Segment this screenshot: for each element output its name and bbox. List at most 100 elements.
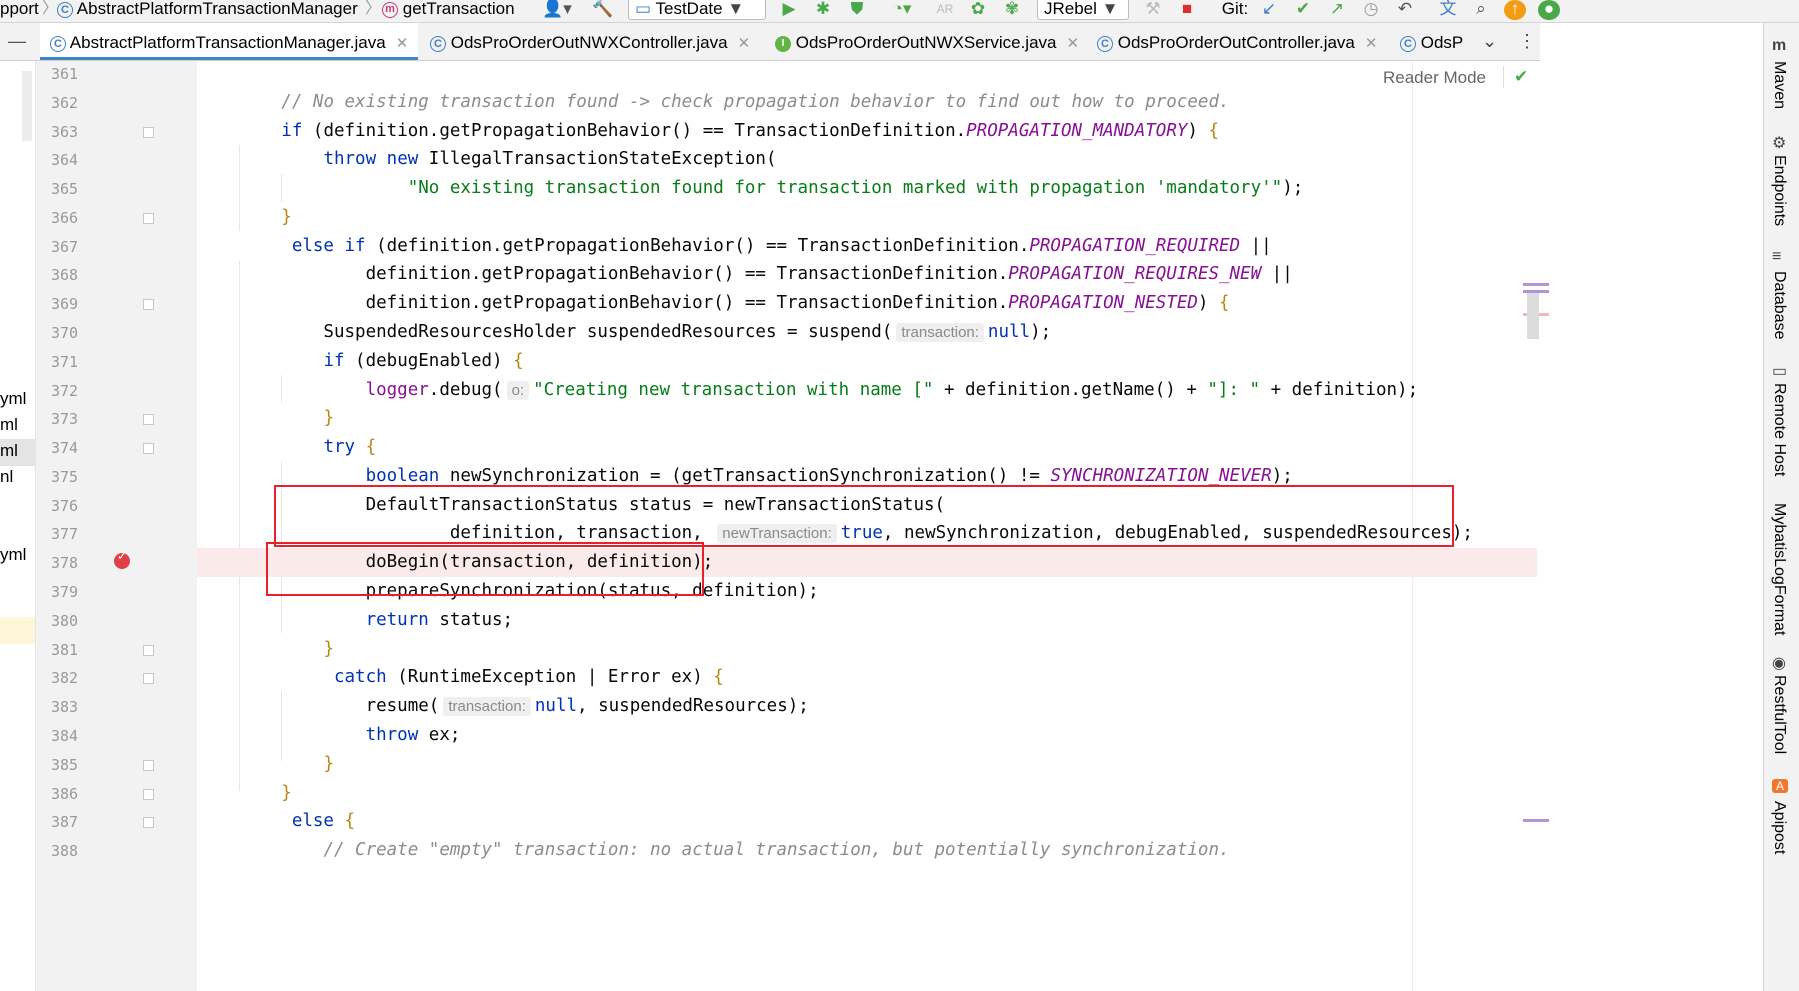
- code-line[interactable]: logger.debug(o: "Creating new transaction…: [197, 376, 1418, 405]
- code-line[interactable]: }: [197, 779, 292, 808]
- line-number[interactable]: 382: [51, 669, 96, 687]
- tree-item[interactable]: nl: [0, 467, 13, 487]
- tab-abstract-platform-transaction-manager[interactable]: C AbstractPlatformTransactionManager.jav…: [40, 23, 419, 60]
- fold-marker-icon[interactable]: [143, 788, 154, 800]
- close-icon[interactable]: ✕: [1365, 35, 1378, 52]
- tab-ods-pro-order-out-nwx-controller[interactable]: C OdsProOrderOutNWXController.java ✕: [430, 23, 750, 60]
- line-number[interactable]: 362: [51, 94, 96, 112]
- line-number[interactable]: 377: [51, 525, 96, 543]
- tree-item[interactable]: ml: [0, 441, 18, 461]
- line-number[interactable]: 367: [51, 238, 96, 256]
- line-number[interactable]: 381: [51, 641, 96, 659]
- breadcrumb-package[interactable]: pport: [0, 0, 39, 22]
- more-icon[interactable]: ⋮: [1518, 31, 1536, 52]
- line-number[interactable]: 363: [51, 123, 96, 141]
- line-number[interactable]: 376: [51, 497, 96, 515]
- line-number[interactable]: 371: [51, 353, 96, 371]
- breakpoint-icon[interactable]: ✓: [114, 549, 130, 569]
- code-line[interactable]: "No existing transaction found for trans…: [197, 174, 1304, 203]
- tool-remote-host[interactable]: Remote Host: [1770, 383, 1788, 476]
- line-number[interactable]: 364: [51, 151, 96, 169]
- code-line[interactable]: else {: [197, 807, 355, 836]
- close-icon[interactable]: ✕: [396, 35, 409, 52]
- code-line[interactable]: if (definition.getPropagationBehavior() …: [197, 117, 1219, 146]
- tree-item[interactable]: ml: [0, 415, 18, 435]
- line-number[interactable]: 365: [51, 180, 96, 198]
- tab-ods-pro-order-out-nwx-service[interactable]: I OdsProOrderOutNWXService.java ✕: [775, 23, 1079, 60]
- ar-icon[interactable]: AR: [934, 0, 956, 20]
- jrebel-select[interactable]: JRebel ▼: [1037, 0, 1129, 20]
- tool-endpoints[interactable]: Endpoints: [1770, 155, 1788, 226]
- line-number[interactable]: 378: [51, 554, 96, 572]
- code-line[interactable]: definition.getPropagationBehavior() == T…: [197, 289, 1230, 318]
- jrebel-debug-icon[interactable]: ✾: [1000, 0, 1024, 20]
- fold-marker-icon[interactable]: [143, 673, 154, 685]
- line-number[interactable]: 379: [51, 583, 96, 601]
- stop-icon[interactable]: ■: [1176, 0, 1198, 20]
- line-number[interactable]: 385: [51, 756, 96, 774]
- line-number[interactable]: 370: [51, 324, 96, 342]
- git-update-icon[interactable]: ↙: [1258, 0, 1280, 20]
- line-number[interactable]: 375: [51, 468, 96, 486]
- code-line[interactable]: throw new IllegalTransactionStateExcepti…: [197, 145, 776, 174]
- code-editor[interactable]: // No existing transaction found -> chec…: [197, 61, 1537, 991]
- close-icon[interactable]: ✕: [738, 35, 751, 52]
- tool-database[interactable]: Database: [1770, 271, 1788, 340]
- scrollbar-thumb[interactable]: [1527, 293, 1539, 339]
- inspection-ok-icon[interactable]: ✔: [1514, 67, 1528, 87]
- line-number[interactable]: 384: [51, 727, 96, 745]
- update-icon[interactable]: ↑: [1504, 0, 1526, 20]
- history-icon[interactable]: ◷: [1360, 0, 1382, 20]
- coverage-icon[interactable]: ⛊: [846, 0, 868, 20]
- fold-marker-icon[interactable]: [143, 443, 154, 455]
- line-number[interactable]: 366: [51, 209, 96, 227]
- fold-marker-icon[interactable]: [143, 299, 154, 311]
- code-line[interactable]: try {: [197, 433, 376, 462]
- code-line[interactable]: catch (RuntimeException | Error ex) {: [197, 663, 724, 692]
- line-number[interactable]: 374: [51, 439, 96, 457]
- reader-mode-toggle[interactable]: Reader Mode: [1383, 68, 1486, 88]
- fold-marker-icon[interactable]: [143, 817, 154, 829]
- code-line[interactable]: }: [197, 635, 334, 664]
- line-number[interactable]: 369: [51, 295, 96, 313]
- code-line[interactable]: // No existing transaction found -> chec…: [197, 88, 1229, 117]
- line-number[interactable]: 373: [51, 410, 96, 428]
- code-line[interactable]: throw ex;: [197, 721, 461, 750]
- code-line[interactable]: else if (definition.getPropagationBehavi…: [197, 232, 1272, 261]
- run-config-select[interactable]: ▭ TestDate ▼: [628, 0, 766, 20]
- code-line[interactable]: if (debugEnabled) {: [197, 347, 523, 376]
- translate-icon[interactable]: 文: [1436, 0, 1460, 20]
- code-line[interactable]: // Create "empty" transaction: no actual…: [197, 836, 1229, 865]
- line-number[interactable]: 388: [51, 842, 96, 860]
- breadcrumb-method[interactable]: m getTransaction: [382, 0, 515, 22]
- breadcrumb-class[interactable]: C AbstractPlatformTransactionManager: [57, 0, 358, 22]
- code-line[interactable]: SuspendedResourcesHolder suspendedResour…: [197, 318, 1051, 347]
- jrebel-run-icon[interactable]: ✿: [966, 0, 990, 20]
- code-line[interactable]: }: [197, 750, 334, 779]
- code-line[interactable]: }: [197, 404, 334, 433]
- tool-mybatis-log-format[interactable]: MybatisLogFormat: [1770, 503, 1788, 636]
- line-number[interactable]: 387: [51, 813, 96, 831]
- build-hammer-icon[interactable]: 🔨: [592, 0, 614, 20]
- run-icon[interactable]: ▶: [778, 0, 800, 20]
- line-number[interactable]: 386: [51, 785, 96, 803]
- git-commit-icon[interactable]: ✔: [1292, 0, 1314, 20]
- tree-item[interactable]: yml: [0, 545, 26, 565]
- fold-marker-icon[interactable]: [143, 126, 154, 138]
- chevron-down-icon[interactable]: ⌄: [1482, 31, 1497, 52]
- user-icon[interactable]: 👤▾: [540, 0, 574, 20]
- tab-ods-pro-order-out-controller[interactable]: C OdsProOrderOutController.java ✕: [1097, 23, 1377, 60]
- code-line[interactable]: }: [197, 203, 292, 232]
- fold-marker-icon[interactable]: [143, 644, 154, 656]
- tool-apipost[interactable]: Apipost: [1770, 801, 1788, 854]
- tool-restful-tool[interactable]: RestfulTool: [1770, 675, 1788, 754]
- plugin-icon[interactable]: ●: [1538, 0, 1560, 20]
- profile-icon[interactable]: ◔▾: [880, 0, 924, 20]
- minimize-icon[interactable]: —: [8, 31, 26, 52]
- fold-marker-icon[interactable]: [143, 759, 154, 771]
- tool-maven[interactable]: Maven: [1770, 61, 1788, 109]
- tree-item[interactable]: yml: [0, 389, 26, 409]
- line-number[interactable]: 372: [51, 382, 96, 400]
- git-push-icon[interactable]: ↗: [1326, 0, 1348, 20]
- debug-icon[interactable]: ✱: [812, 0, 834, 20]
